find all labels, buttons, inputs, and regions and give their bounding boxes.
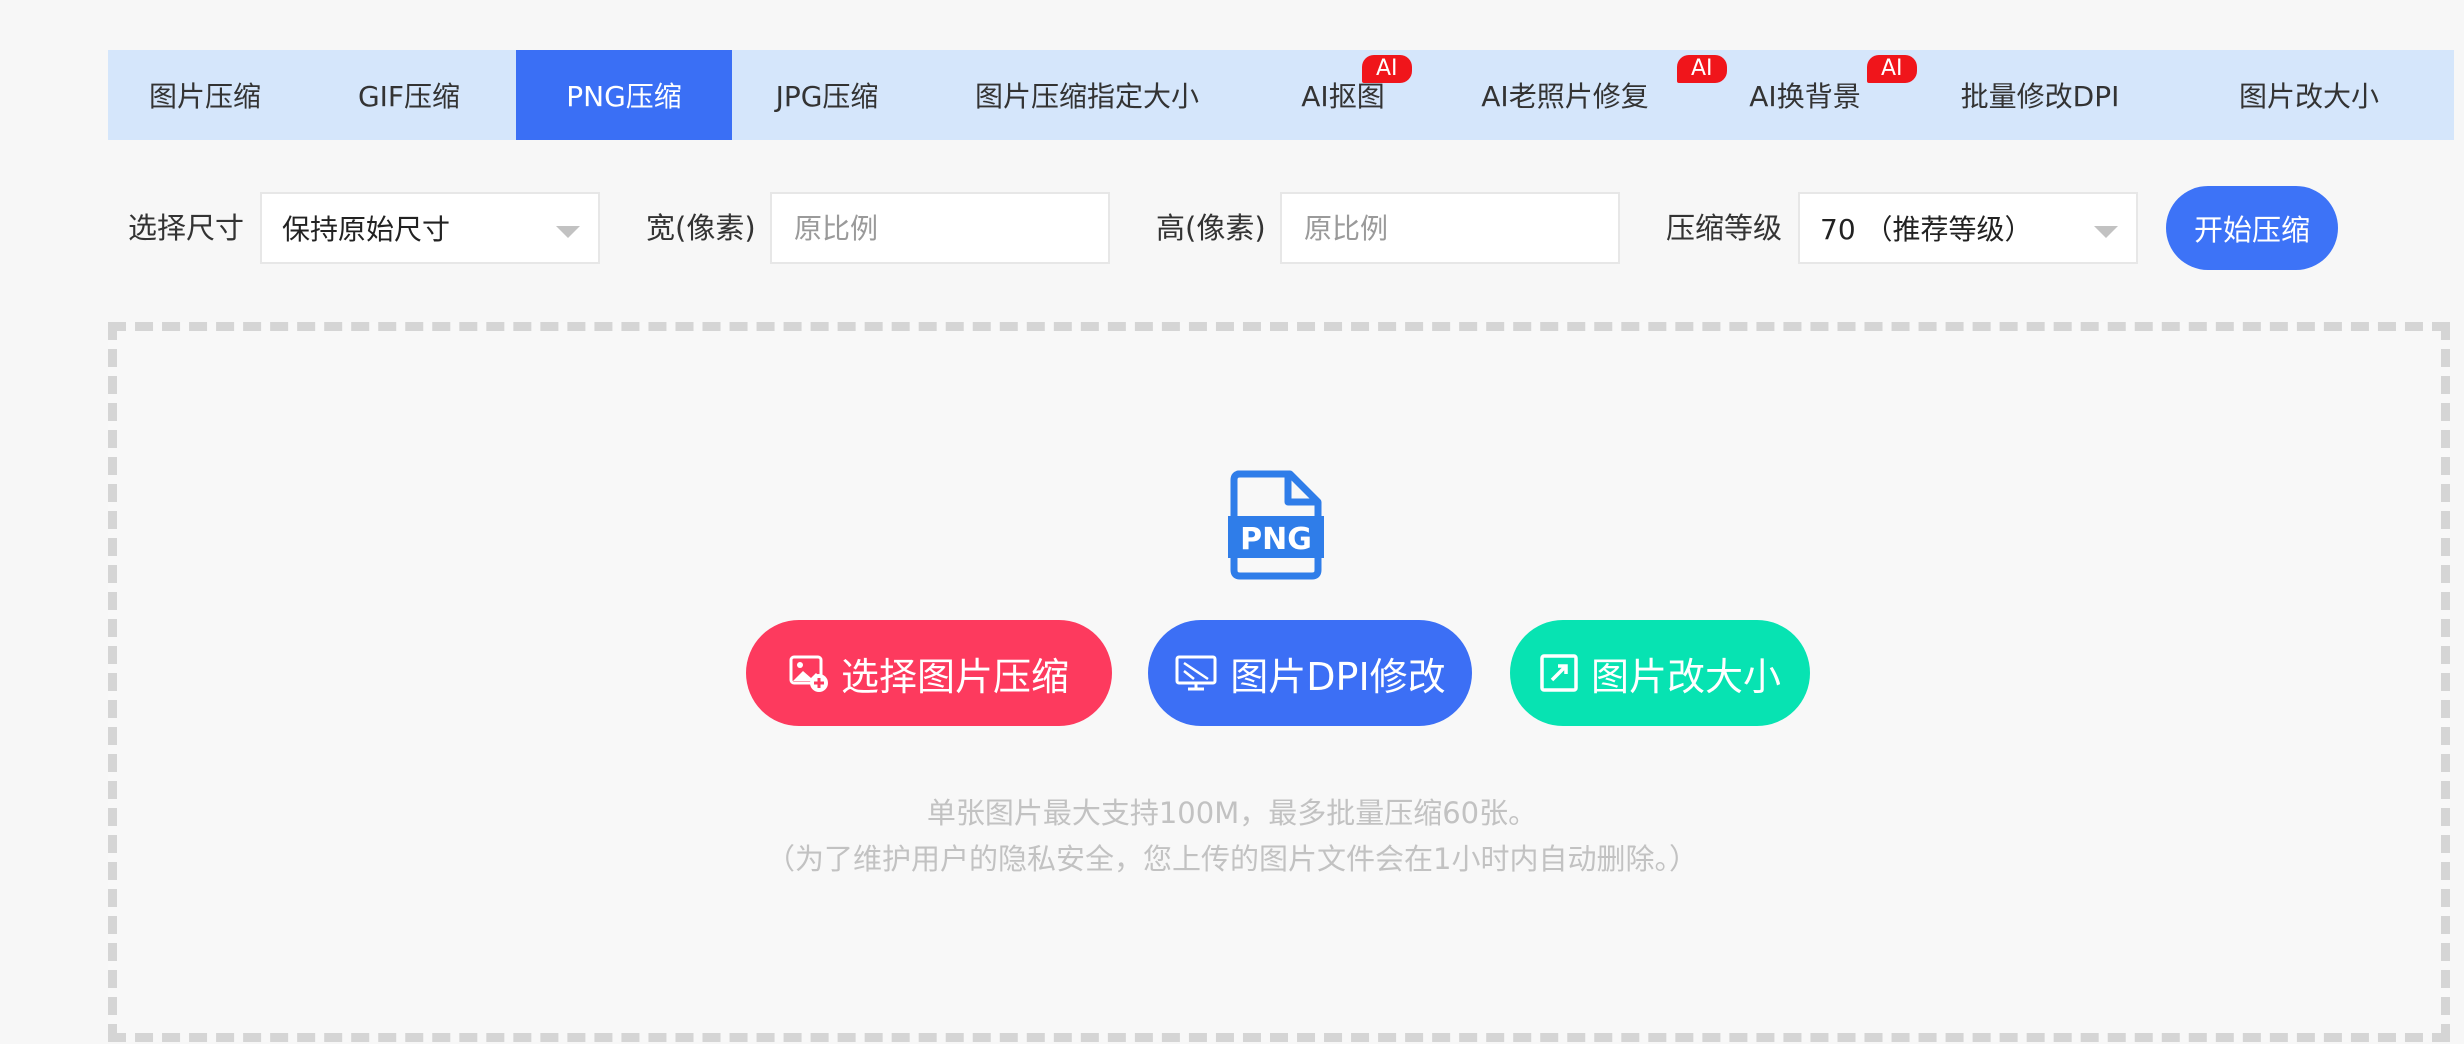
image-resize-label: 图片改大小 [1590,654,1781,699]
select-image-compress-button[interactable]: 选择图片压缩 [746,620,1112,726]
resize-icon [1539,653,1579,693]
image-resize-button[interactable]: 图片改大小 [1510,620,1810,726]
tab-label: AI老照片修复 [1481,80,1649,113]
monitor-icon [1174,653,1218,693]
chevron-down-icon [556,226,580,238]
dpi-modify-label: 图片DPI修改 [1230,654,1446,699]
tab-label: GIF压缩 [357,80,461,113]
compress-options-row: 选择尺寸 保持原始尺寸 宽(像素) 高(像素) 压缩等级 70 （推荐等级） 开… [0,186,2464,270]
width-input[interactable] [792,210,1108,246]
tab-label: PNG压缩 [566,80,682,113]
add-image-icon [789,653,829,693]
png-file-icon: PNG [1228,470,1324,580]
tab-ai-cutout[interactable]: AI抠图 AI [1252,50,1434,140]
select-image-compress-label: 选择图片压缩 [840,654,1069,699]
tab-label: 图片改大小 [2238,80,2379,113]
tab-ai-photo-restore[interactable]: AI老照片修复 [1434,50,1696,140]
png-icon-text: PNG [1240,522,1312,557]
start-compress-label: 开始压缩 [2193,213,2310,247]
ai-badge: AI [1677,55,1727,83]
ai-badge: AI [1362,55,1412,83]
tab-gif-compress[interactable]: GIF压缩 [302,50,516,140]
tab-label: 批量修改DPI [1960,80,2120,113]
size-label: 选择尺寸 [128,211,245,245]
height-input[interactable] [1302,210,1618,246]
width-label: 宽(像素) [646,211,756,245]
privacy-hint: （为了维护用户的隐私安全，您上传的图片文件会在1小时内自动删除。） [766,842,1698,876]
compress-level-label: 压缩等级 [1666,211,1783,245]
chevron-down-icon [2094,226,2118,238]
compress-level-select[interactable]: 70 （推荐等级） [1798,192,2138,264]
compress-level-value: 70 （推荐等级） [1820,213,2033,246]
tab-label: 图片压缩指定大小 [974,80,1199,113]
tool-tab-bar: 图片压缩 GIF压缩 PNG压缩 JPG压缩 图片压缩指定大小 AI抠图 AI … [108,50,2454,140]
size-select-value: 保持原始尺寸 [282,213,451,246]
height-label: 高(像素) [1156,211,1266,245]
start-compress-button[interactable]: 开始压缩 [2166,186,2338,270]
tab-label: AI换背景 [1749,80,1861,113]
tab-png-compress[interactable]: PNG压缩 [516,50,732,140]
tab-batch-dpi[interactable]: 批量修改DPI [1914,50,2166,140]
width-input-box [770,192,1110,264]
tab-image-compress[interactable]: 图片压缩 [108,50,302,140]
ai-badge: AI [1867,55,1917,83]
tab-compress-to-size[interactable]: 图片压缩指定大小 [922,50,1252,140]
tab-image-resize[interactable]: 图片改大小 [2166,50,2452,140]
tab-label: JPG压缩 [775,80,879,113]
height-input-box [1280,192,1620,264]
upload-limit-hint: 单张图片最大支持100M，最多批量压缩60张。 [926,796,1538,830]
tab-jpg-compress[interactable]: JPG压缩 [732,50,922,140]
size-select[interactable]: 保持原始尺寸 [260,192,600,264]
tab-label: 图片压缩 [148,80,261,113]
dpi-modify-button[interactable]: 图片DPI修改 [1148,620,1472,726]
